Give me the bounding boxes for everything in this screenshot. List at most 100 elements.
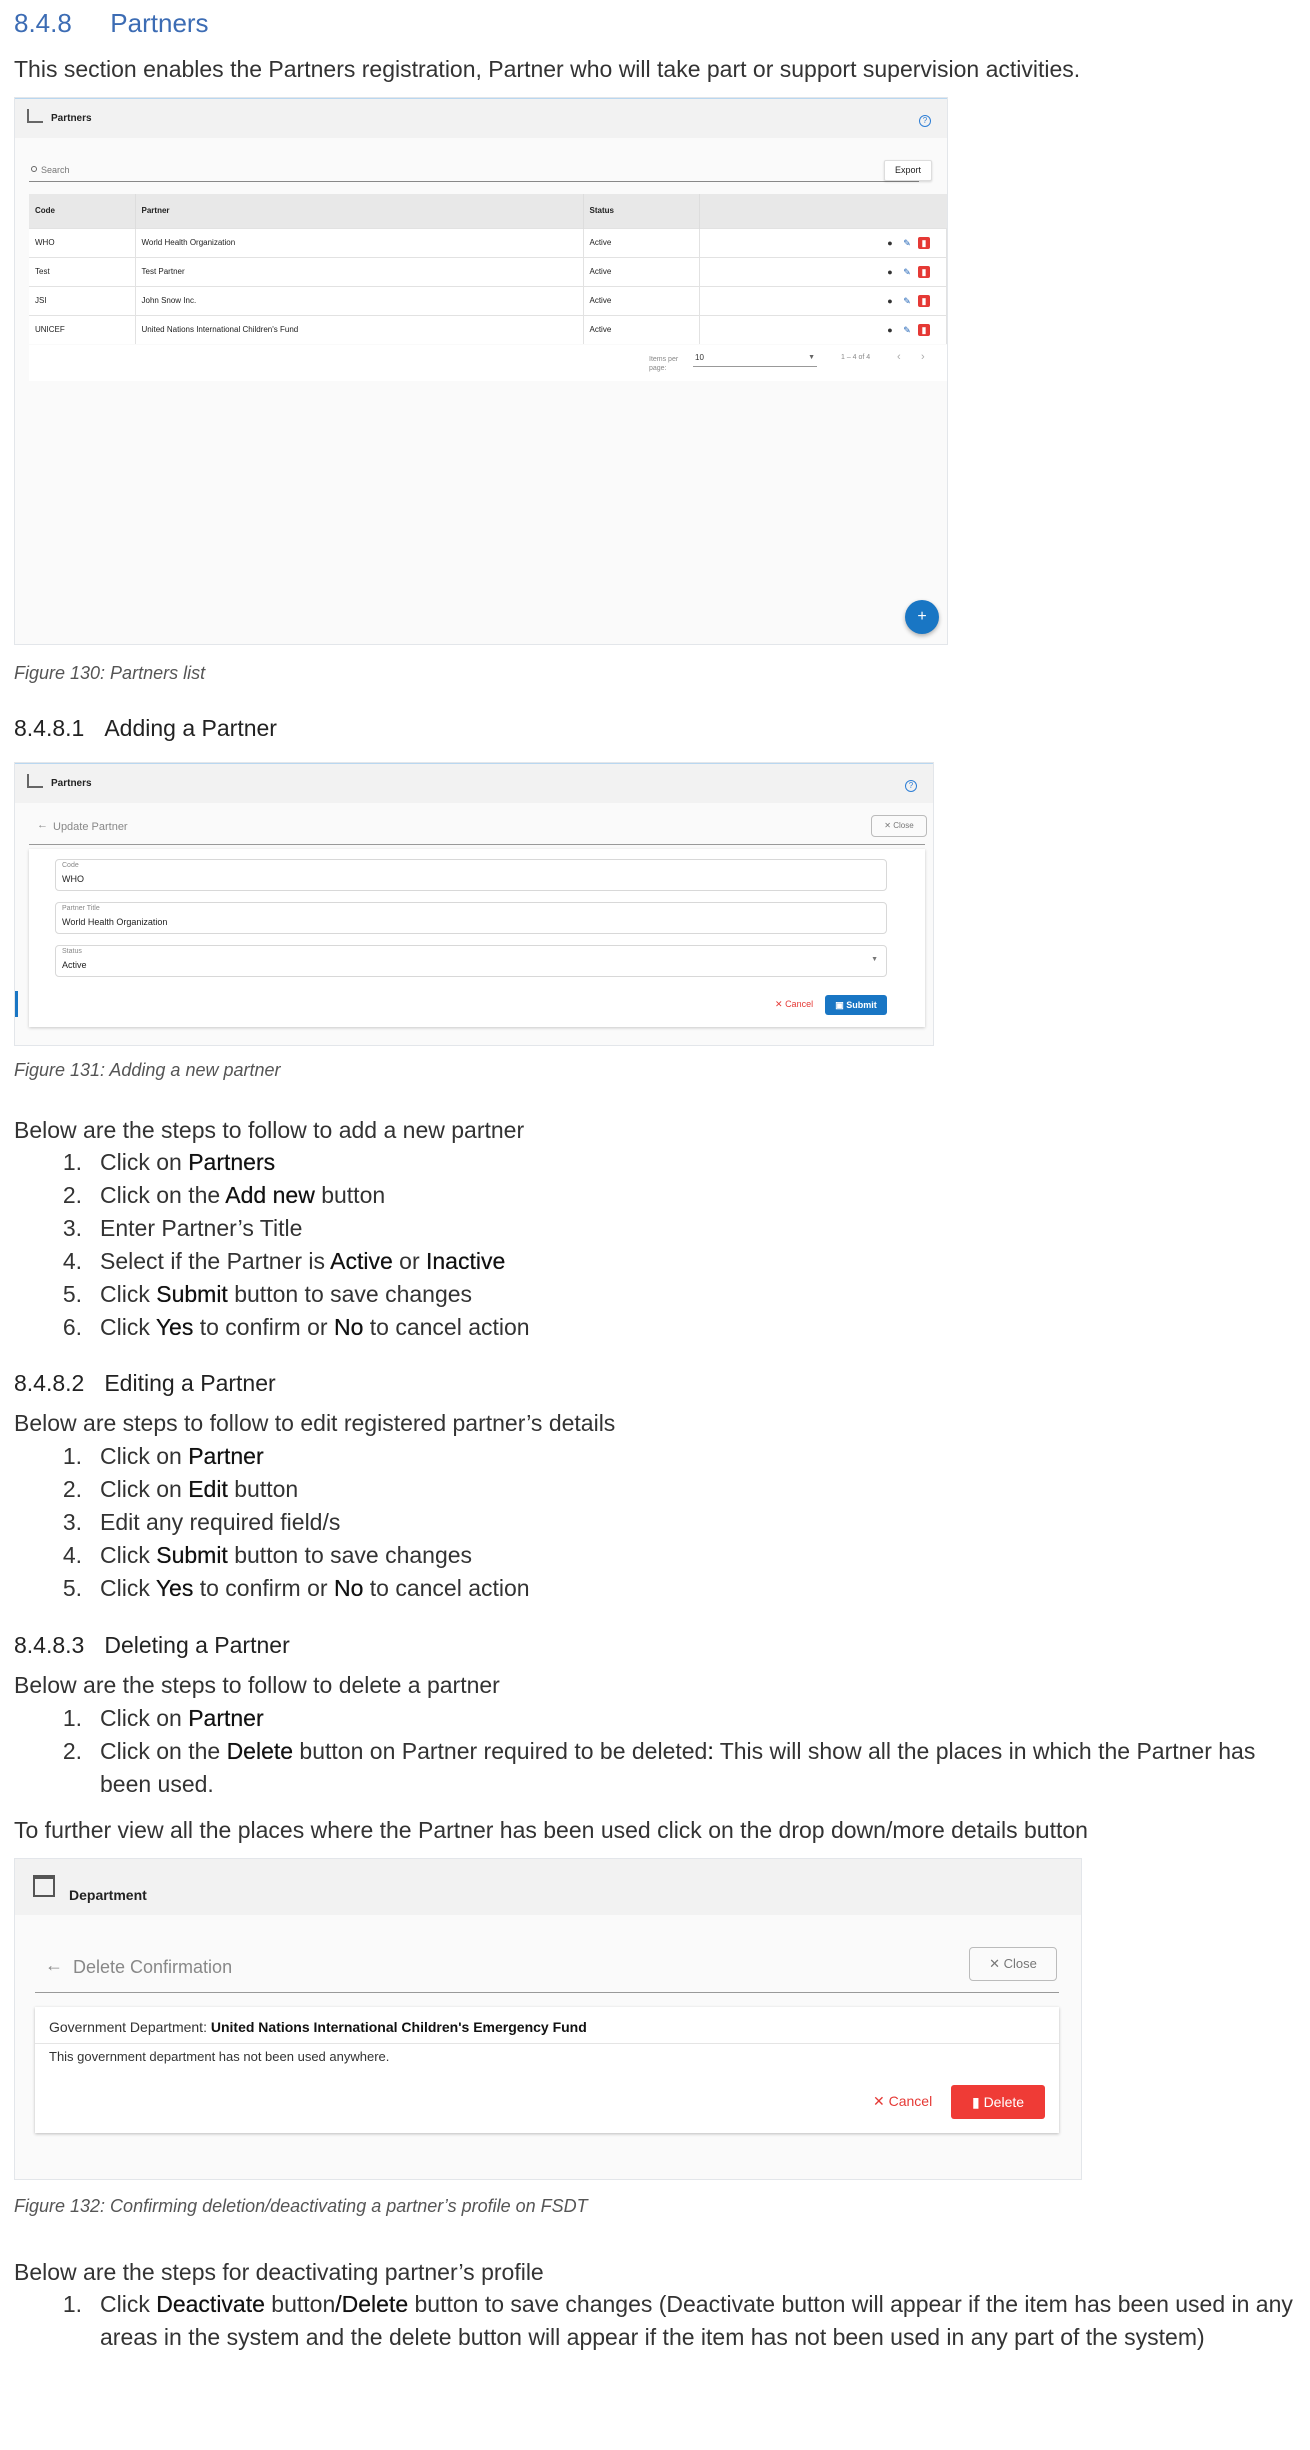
code-field[interactable]: Code WHO — [55, 859, 887, 891]
list-item: 4. Click Submit button to save changes — [62, 1542, 473, 1568]
view-eye-icon[interactable]: ● — [884, 266, 896, 278]
delete-steps-intro: Below are the steps to follow to delete … — [14, 1672, 500, 1698]
section-heading: 8.4.8 Partners — [14, 8, 209, 39]
update-partner-screenshot: Partners ? ← Update Partner ✕ Close Code… — [14, 762, 934, 1046]
cell-partner: United Nations International Children's … — [135, 314, 584, 344]
table-row[interactable]: UNICEF United Nations International Chil… — [29, 314, 947, 344]
status-label: Status — [62, 948, 82, 955]
status-select[interactable]: Status Active ▼ — [55, 945, 887, 977]
list-item: 5. Click Submit button to save changes — [62, 1281, 473, 1307]
edit-pencil-icon[interactable]: ✎ — [901, 266, 913, 278]
deactivate-steps-list: 1. Click Deactivate button/Delete button … — [52, 2288, 1302, 2354]
table-row[interactable]: JSI John Snow Inc. Active ● ✎ ▮ — [29, 285, 947, 315]
subsection-deleting-heading: 8.4.8.3 Deleting a Partner — [14, 1632, 290, 1659]
subsection-title: Adding a Partner — [104, 715, 277, 741]
cell-actions: ● ✎ ▮ — [699, 285, 947, 315]
subsection-adding-heading: 8.4.8.1 Adding a Partner — [14, 715, 277, 742]
partner-title-value: World Health Organization — [62, 917, 168, 927]
app-bar: Partners ? — [15, 763, 933, 803]
list-item: 1. Click on Partners — [62, 1149, 276, 1175]
add-steps-list: 1. Click on Partners 2. Click on the Add n… — [52, 1146, 530, 1344]
figure-131-caption: Figure 131: Adding a new partner — [14, 1060, 281, 1080]
close-icon: ✕ — [884, 821, 891, 830]
trash-icon: ▮ — [971, 2094, 980, 2110]
delete-trash-icon[interactable]: ▮ — [918, 294, 930, 307]
deactivate-steps-intro: Below are the steps for deactivating par… — [14, 2259, 544, 2285]
edit-pencil-icon[interactable]: ✎ — [901, 295, 913, 307]
close-button[interactable]: ✕ Close — [969, 1947, 1057, 1981]
export-button[interactable]: Export — [884, 160, 932, 181]
further-view-paragraph: To further view all the places where the… — [14, 1817, 1088, 1843]
column-header-actions — [699, 194, 947, 228]
delete-trash-icon[interactable]: ▮ — [918, 236, 930, 249]
prev-page-icon[interactable]: ‹ — [897, 351, 901, 363]
cancel-x-icon: ✕ — [873, 2093, 885, 2109]
delete-steps-list: 1. Click on Partner 2. Click on the Delete… — [52, 1702, 1302, 1801]
cell-code: WHO — [29, 227, 136, 257]
confirmation-title: Delete Confirmation — [73, 1957, 233, 1977]
delete-trash-icon[interactable]: ▮ — [918, 265, 930, 278]
app-bar: Partners ? — [15, 98, 947, 138]
submit-button[interactable]: ▣ Submit — [825, 995, 887, 1015]
search-bar[interactable]: Search — [29, 160, 919, 182]
edit-steps-intro: Below are steps to follow to edit regist… — [14, 1410, 616, 1436]
cell-code: Test — [29, 256, 136, 286]
list-item: 2. Click on the Add new button — [62, 1182, 386, 1208]
column-header-code[interactable]: Code — [29, 194, 136, 228]
view-eye-icon[interactable]: ● — [884, 237, 896, 249]
cancel-button[interactable]: ✕ Cancel — [873, 2093, 932, 2110]
add-new-fab-button[interactable]: + — [905, 600, 939, 634]
close-icon: ✕ — [989, 1956, 1001, 1971]
view-eye-icon[interactable]: ● — [884, 324, 896, 336]
divider — [35, 2043, 1059, 2044]
figure-130-caption: Figure 130: Partners list — [14, 663, 206, 683]
form-title: Update Partner — [53, 821, 128, 833]
partners-table: Code Partner Status WHO World Health Org… — [29, 194, 947, 344]
cancel-x-icon: ✕ — [775, 999, 783, 1009]
next-page-icon[interactable]: › — [921, 351, 925, 363]
search-input-placeholder[interactable]: Search — [41, 165, 70, 175]
back-arrow-icon[interactable]: ← — [45, 1955, 63, 1976]
table-row[interactable]: Test Test Partner Active ● ✎ ▮ — [29, 256, 947, 286]
items-per-page-label: Items per page: — [649, 356, 679, 372]
delete-button[interactable]: ▮ Delete — [951, 2085, 1045, 2119]
help-icon[interactable]: ? — [919, 115, 931, 127]
edit-pencil-icon[interactable]: ✎ — [901, 324, 913, 336]
save-icon: ▣ — [835, 1000, 844, 1010]
column-header-partner[interactable]: Partner — [135, 194, 584, 228]
back-arrow-icon[interactable]: ← — [37, 819, 48, 831]
column-header-status[interactable]: Status — [583, 194, 700, 228]
view-eye-icon[interactable]: ● — [884, 295, 896, 307]
cell-code: JSI — [29, 285, 136, 315]
table-row[interactable]: WHO World Health Organization Active ● ✎ ▮ — [29, 227, 947, 257]
list-item: 6. Click Yes to confirm or No to cancel a… — [62, 1314, 530, 1340]
cell-status: Active — [583, 285, 700, 315]
cell-code: UNICEF — [29, 314, 136, 344]
list-item: 5. Click Yes to confirm or No to cancel a… — [62, 1575, 530, 1601]
close-label: Close — [1003, 1956, 1037, 1971]
delete-trash-icon[interactable]: ▮ — [918, 323, 930, 336]
usage-note: This government department has not been … — [49, 2049, 390, 2064]
department-label: Government Department: — [49, 2019, 211, 2035]
app-title: Partners — [51, 778, 92, 789]
partners-list-screenshot: Partners ? Search Export Code Partner St… — [14, 97, 948, 645]
list-item: 2. Click on the Delete button on Partner … — [62, 1738, 1256, 1797]
list-item: 1. Click on Partner — [62, 1705, 264, 1731]
cell-status: Active — [583, 314, 700, 344]
help-icon[interactable]: ? — [905, 780, 917, 792]
list-item: 1. Click on Partner — [62, 1443, 264, 1469]
app-title: Partners — [51, 113, 92, 124]
list-item: 1. Click Deactivate button/Delete button … — [62, 2291, 1293, 2350]
cancel-label: Cancel — [888, 2093, 933, 2109]
close-button[interactable]: ✕ Close — [871, 815, 927, 837]
cell-partner: Test Partner — [135, 256, 584, 286]
partner-title-field[interactable]: Partner Title World Health Organization — [55, 902, 887, 934]
cancel-button[interactable]: ✕ Cancel — [775, 999, 813, 1010]
figure-132-caption: Figure 132: Confirming deletion/deactiva… — [14, 2196, 588, 2216]
edit-pencil-icon[interactable]: ✎ — [901, 237, 913, 249]
form-header: ← Update Partner ✕ Close — [29, 809, 927, 845]
items-per-page-select[interactable]: 10 ▼ — [693, 351, 817, 367]
subsection-title: Editing a Partner — [104, 1370, 276, 1396]
cell-partner: John Snow Inc. — [135, 285, 584, 315]
edit-steps-list: 1. Click on Partner 2. Click on Edit butto… — [52, 1440, 530, 1605]
